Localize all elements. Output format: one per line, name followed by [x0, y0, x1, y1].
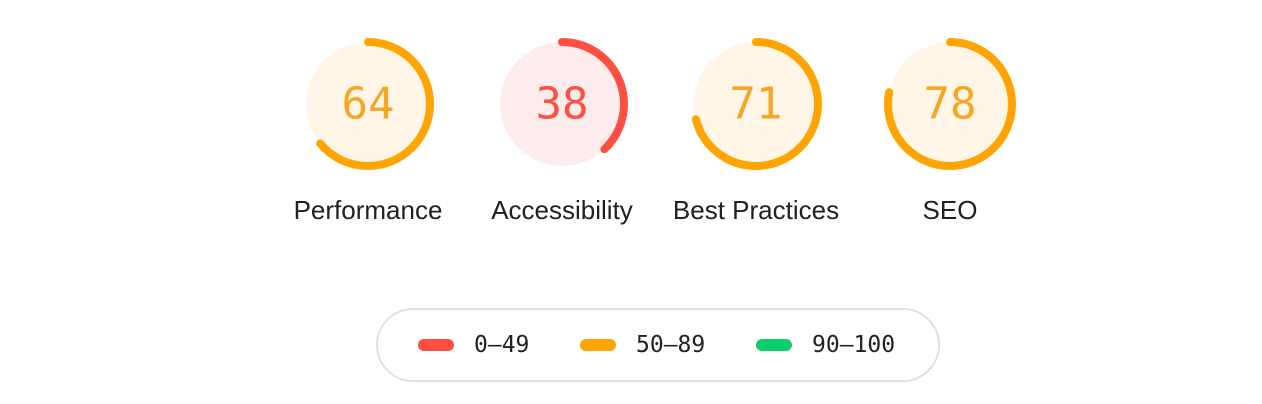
- gauge-performance[interactable]: 64 Performance: [282, 38, 454, 230]
- accessibility-label: Accessibility: [491, 195, 633, 225]
- gauge-accessibility[interactable]: 38 Accessibility: [476, 38, 648, 230]
- legend-range-average: 50–89: [636, 332, 706, 358]
- best-practices-score-ring: 71: [690, 38, 822, 170]
- score-legend: 0–49 50–89 90–100: [376, 308, 940, 382]
- seo-label: SEO: [922, 195, 978, 225]
- gauge-best-practices[interactable]: 71 Best Practices: [670, 38, 842, 230]
- accessibility-score-ring: 38: [496, 38, 628, 170]
- legend-swatch-average: [580, 339, 616, 351]
- performance-label: Performance: [293, 195, 443, 225]
- legend-range-fail: 0–49: [474, 332, 530, 358]
- best-practices-score: 71: [730, 79, 783, 130]
- legend-swatch-fail: [418, 339, 454, 351]
- legend-swatch-pass: [756, 339, 792, 351]
- legend-item-average: 50–89: [580, 310, 705, 380]
- seo-score-ring: 78: [884, 38, 1016, 170]
- legend-item-pass: 90–100: [756, 310, 895, 380]
- performance-score-ring: 64: [302, 38, 434, 170]
- gauge-seo[interactable]: 78 SEO: [864, 38, 1036, 230]
- score-gauges: 64 Performance 38 Accessibility 71 Best …: [0, 0, 1262, 290]
- legend-item-fail: 0–49: [418, 310, 529, 380]
- seo-score: 78: [924, 79, 977, 130]
- legend-range-pass: 90–100: [812, 332, 896, 358]
- accessibility-score: 38: [536, 79, 589, 130]
- best-practices-label: Best Practices: [672, 195, 840, 225]
- performance-score: 64: [342, 79, 395, 130]
